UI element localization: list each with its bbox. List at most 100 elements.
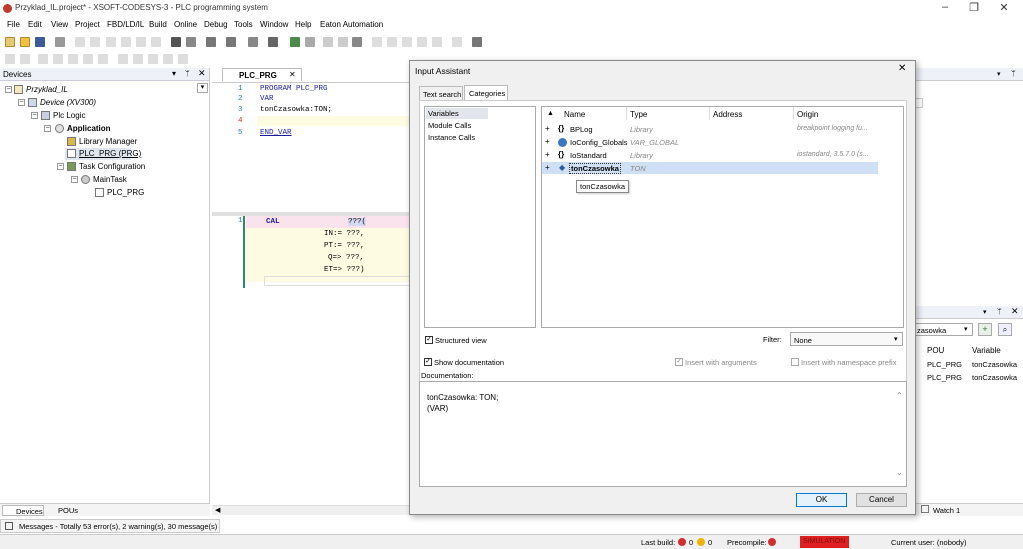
expand-icon[interactable]: +: [545, 163, 550, 172]
write-values-icon[interactable]: [432, 37, 442, 47]
col-address[interactable]: Address: [713, 110, 742, 119]
menu-tools[interactable]: Tools: [234, 20, 253, 29]
implementation-editor[interactable]: 1 CAL ???( IN:= ???, PT:= ???, Q=> ???, …: [212, 216, 412, 296]
contact-icon[interactable]: [20, 54, 30, 64]
redo-icon[interactable]: [90, 37, 100, 47]
table-row[interactable]: + IoConfig_Globals VAR_GLOBAL: [542, 136, 905, 148]
panel-close-icon[interactable]: ✕: [198, 68, 206, 79]
declaration-editor[interactable]: 1 2 3 4 5 PROGRAM PLC_PRG VAR tonCzasowk…: [212, 82, 412, 212]
find-icon[interactable]: [171, 37, 181, 47]
network-icon[interactable]: [5, 54, 15, 64]
menu-online[interactable]: Online: [174, 20, 197, 29]
category-list[interactable]: Variables Module Calls Instance Calls: [424, 106, 536, 328]
tab-text-search[interactable]: Text search: [419, 86, 463, 100]
panel-close-icon[interactable]: ✕: [1011, 306, 1019, 317]
tab-close-icon[interactable]: ✕: [289, 70, 296, 79]
expand-icon[interactable]: +: [545, 124, 550, 133]
tree-dropdown-icon[interactable]: ▾: [197, 83, 208, 93]
assignment-icon[interactable]: [68, 54, 78, 64]
scroll-up-icon[interactable]: ⌃: [896, 391, 903, 400]
expand-icon[interactable]: +: [545, 137, 550, 146]
tree-library-manager[interactable]: Library Manager: [79, 137, 137, 146]
expander-icon[interactable]: −: [71, 176, 78, 183]
menu-project[interactable]: Project: [75, 20, 100, 29]
structured-view-checkbox[interactable]: ✓: [425, 336, 433, 344]
step-over-icon[interactable]: [387, 37, 397, 47]
tree-plc-prg-call[interactable]: PLC_PRG: [107, 188, 144, 197]
search-icon[interactable]: ⌕: [998, 323, 1012, 336]
add-object-icon[interactable]: [226, 37, 236, 47]
step-into-icon[interactable]: [402, 37, 412, 47]
run-icon[interactable]: [323, 37, 333, 47]
paste-icon[interactable]: [136, 37, 146, 47]
tree-application[interactable]: Application: [67, 124, 111, 133]
output-icon[interactable]: [163, 54, 173, 64]
expander-icon[interactable]: −: [18, 99, 25, 106]
menu-help[interactable]: Help: [295, 20, 311, 29]
tree-device[interactable]: Device (XV300): [40, 98, 96, 107]
cut-icon[interactable]: [106, 37, 116, 47]
panel-menu-icon[interactable]: ▾: [997, 70, 1001, 78]
insert-arguments-checkbox[interactable]: ✓: [675, 358, 683, 366]
undo-icon[interactable]: [75, 37, 85, 47]
branch-icon[interactable]: [118, 54, 128, 64]
panel-menu-icon[interactable]: ▾: [983, 308, 987, 316]
col-type[interactable]: Type: [630, 110, 647, 119]
panel-menu-icon[interactable]: ▾: [172, 69, 176, 78]
maximize-icon[interactable]: ❐: [964, 1, 984, 14]
tree-maintask[interactable]: MainTask: [93, 175, 127, 184]
pin-icon[interactable]: ᛘ: [1011, 69, 1016, 78]
save-icon[interactable]: [35, 37, 45, 47]
scroll-left-icon[interactable]: ◀: [215, 506, 220, 514]
sort-up-icon[interactable]: ▲: [547, 110, 554, 117]
table-row[interactable]: + {} BPLog Library breakpoint logging fu…: [542, 123, 905, 135]
build-icon[interactable]: [268, 37, 278, 47]
tree-plc-logic[interactable]: Plc Logic: [53, 111, 85, 120]
return-icon[interactable]: [98, 54, 108, 64]
copy-icon[interactable]: [121, 37, 131, 47]
menu-file[interactable]: File: [7, 20, 20, 29]
expander-icon[interactable]: −: [31, 112, 38, 119]
documentation-box[interactable]: tonCzasowka: TON; (VAR) ⌃ ⌄: [419, 381, 907, 487]
new-icon[interactable]: [5, 37, 15, 47]
precompile-error-icon[interactable]: [768, 538, 776, 546]
menu-eaton[interactable]: Eaton Automation: [320, 20, 383, 29]
h-scrollbar[interactable]: ◀: [212, 505, 412, 515]
category-module-calls[interactable]: Module Calls: [428, 121, 471, 130]
stop-icon[interactable]: [338, 37, 348, 47]
tab-devices[interactable]: Devices: [2, 505, 44, 516]
logout-icon[interactable]: [305, 37, 315, 47]
delete-icon[interactable]: [151, 37, 161, 47]
cancel-button[interactable]: Cancel: [856, 493, 907, 507]
tab-categories[interactable]: Categories: [464, 85, 508, 100]
step-out-icon[interactable]: [417, 37, 427, 47]
login-icon[interactable]: [290, 37, 300, 47]
pin-icon[interactable]: ᛘ: [997, 307, 1002, 316]
watch-dropdown[interactable]: zasowka ▾: [915, 323, 973, 336]
scroll-down-icon[interactable]: ⌄: [896, 468, 903, 477]
col-name[interactable]: Name: [564, 110, 585, 119]
menu-debug[interactable]: Debug: [204, 20, 228, 29]
menu-view[interactable]: View: [51, 20, 68, 29]
ok-button[interactable]: OK: [796, 493, 847, 507]
close-icon[interactable]: ✕: [994, 1, 1014, 14]
pin-icon[interactable]: ᛘ: [185, 69, 190, 78]
menu-fbd[interactable]: FBD/LD/IL: [107, 20, 144, 29]
table-row[interactable]: + {} IoStandard Library iostandard, 3.5.…: [542, 149, 905, 161]
col-origin[interactable]: Origin: [797, 110, 818, 119]
tab-watch1[interactable]: Watch 1: [933, 506, 960, 515]
expander-icon[interactable]: −: [44, 125, 51, 132]
expander-icon[interactable]: −: [5, 86, 12, 93]
minimize-icon[interactable]: –: [935, 1, 955, 13]
negate-icon[interactable]: [178, 54, 188, 64]
open-icon[interactable]: [20, 37, 30, 47]
reset-icon[interactable]: [352, 37, 362, 47]
category-instance-calls[interactable]: Instance Calls: [428, 133, 475, 142]
object-icon[interactable]: [248, 37, 258, 47]
tree-plc-prg[interactable]: PLC_PRG (PRG): [79, 149, 141, 158]
print-icon[interactable]: [55, 37, 65, 47]
expander-icon[interactable]: −: [57, 163, 64, 170]
table-row-selected[interactable]: + ◆ tonCzasowka TON: [542, 162, 878, 174]
tree-project[interactable]: Przyklad_IL: [26, 85, 68, 94]
expand-icon[interactable]: +: [545, 150, 550, 159]
